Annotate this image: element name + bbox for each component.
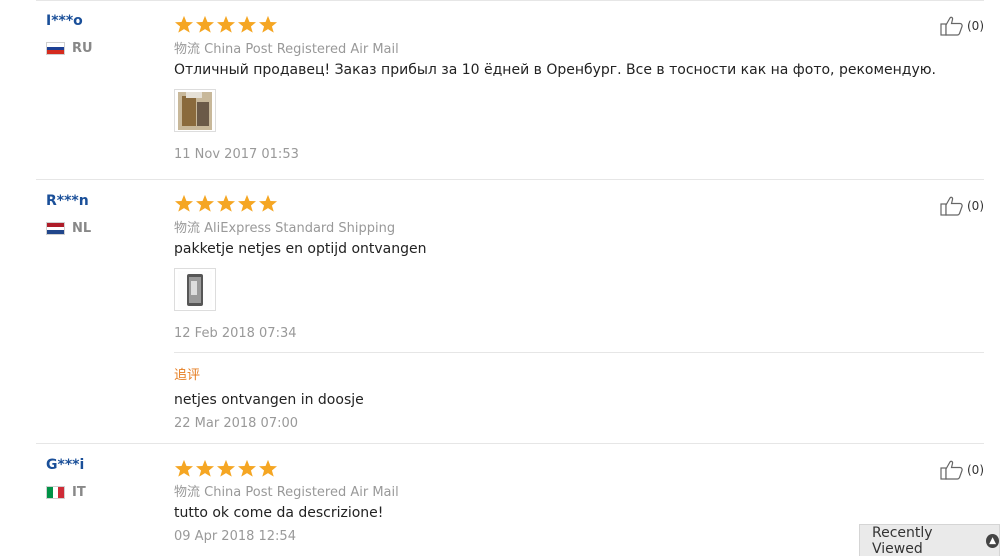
review-date: 12 Feb 2018 07:34 <box>174 326 297 341</box>
star-icon <box>195 459 215 477</box>
chevron-up-icon: ▲ <box>986 533 999 548</box>
star-rating <box>174 459 278 477</box>
review-date: 09 Apr 2018 12:54 <box>174 529 296 544</box>
star-icon <box>258 459 278 477</box>
reviewer-name: I***o <box>46 13 83 29</box>
review-photo-thumbnail[interactable] <box>174 268 216 311</box>
country-code: NL <box>72 221 92 236</box>
helpful-button[interactable]: (0) <box>940 460 984 480</box>
shipping-method: 物流 China Post Registered Air Mail <box>174 42 399 57</box>
review-date: 11 Nov 2017 01:53 <box>174 147 299 162</box>
recently-viewed-label: Recently Viewed <box>872 524 933 556</box>
helpful-count: (0) <box>967 19 984 33</box>
thumbs-up-icon <box>940 196 963 216</box>
reviewer-country: RU <box>46 41 93 56</box>
thumbs-up-icon <box>940 460 963 480</box>
star-icon <box>216 15 236 33</box>
star-icon <box>237 459 257 477</box>
additional-feedback-label: 追评 <box>174 368 201 383</box>
review-divider <box>36 179 984 180</box>
country-code: IT <box>72 485 86 500</box>
star-icon <box>258 194 278 212</box>
star-icon <box>237 194 257 212</box>
star-icon <box>174 15 194 33</box>
reviewer-name: R***n <box>46 193 89 209</box>
flag-it-icon <box>46 486 65 499</box>
helpful-button[interactable]: (0) <box>940 196 984 216</box>
star-rating <box>174 194 278 212</box>
star-icon <box>195 194 215 212</box>
star-icon <box>258 15 278 33</box>
review-text: Отличный продавец! Заказ прибыл за 10 ёд… <box>174 62 936 78</box>
reviewer-country: IT <box>46 485 86 500</box>
review-photo-thumbnail[interactable] <box>174 89 216 132</box>
star-icon <box>195 15 215 33</box>
flag-nl-icon <box>46 222 65 235</box>
reviewer-country: NL <box>46 221 91 236</box>
review-text: tutto ok come da descrizione! <box>174 505 384 521</box>
review-text: pakketje netjes en optijd ontvangen <box>174 241 427 257</box>
star-icon <box>174 194 194 212</box>
star-icon <box>174 459 194 477</box>
helpful-button[interactable]: (0) <box>940 16 984 36</box>
additional-feedback-date: 22 Mar 2018 07:00 <box>174 416 299 431</box>
top-divider <box>36 0 984 1</box>
shipping-method: 物流 China Post Registered Air Mail <box>174 485 399 500</box>
star-icon <box>216 459 236 477</box>
star-rating <box>174 15 278 33</box>
flag-ru-icon <box>46 42 65 55</box>
review-divider <box>36 443 984 444</box>
country-code: RU <box>72 41 93 56</box>
star-icon <box>237 15 257 33</box>
recently-viewed-tab[interactable]: Recently Viewed ▲ <box>859 524 1000 556</box>
reviewer-name: G***i <box>46 457 85 473</box>
helpful-count: (0) <box>967 199 984 213</box>
star-icon <box>216 194 236 212</box>
shipping-method: 物流 AliExpress Standard Shipping <box>174 221 396 236</box>
additional-feedback-divider <box>174 352 984 353</box>
additional-feedback-text: netjes ontvangen in doosje <box>174 392 364 408</box>
helpful-count: (0) <box>967 463 984 477</box>
thumbs-up-icon <box>940 16 963 36</box>
